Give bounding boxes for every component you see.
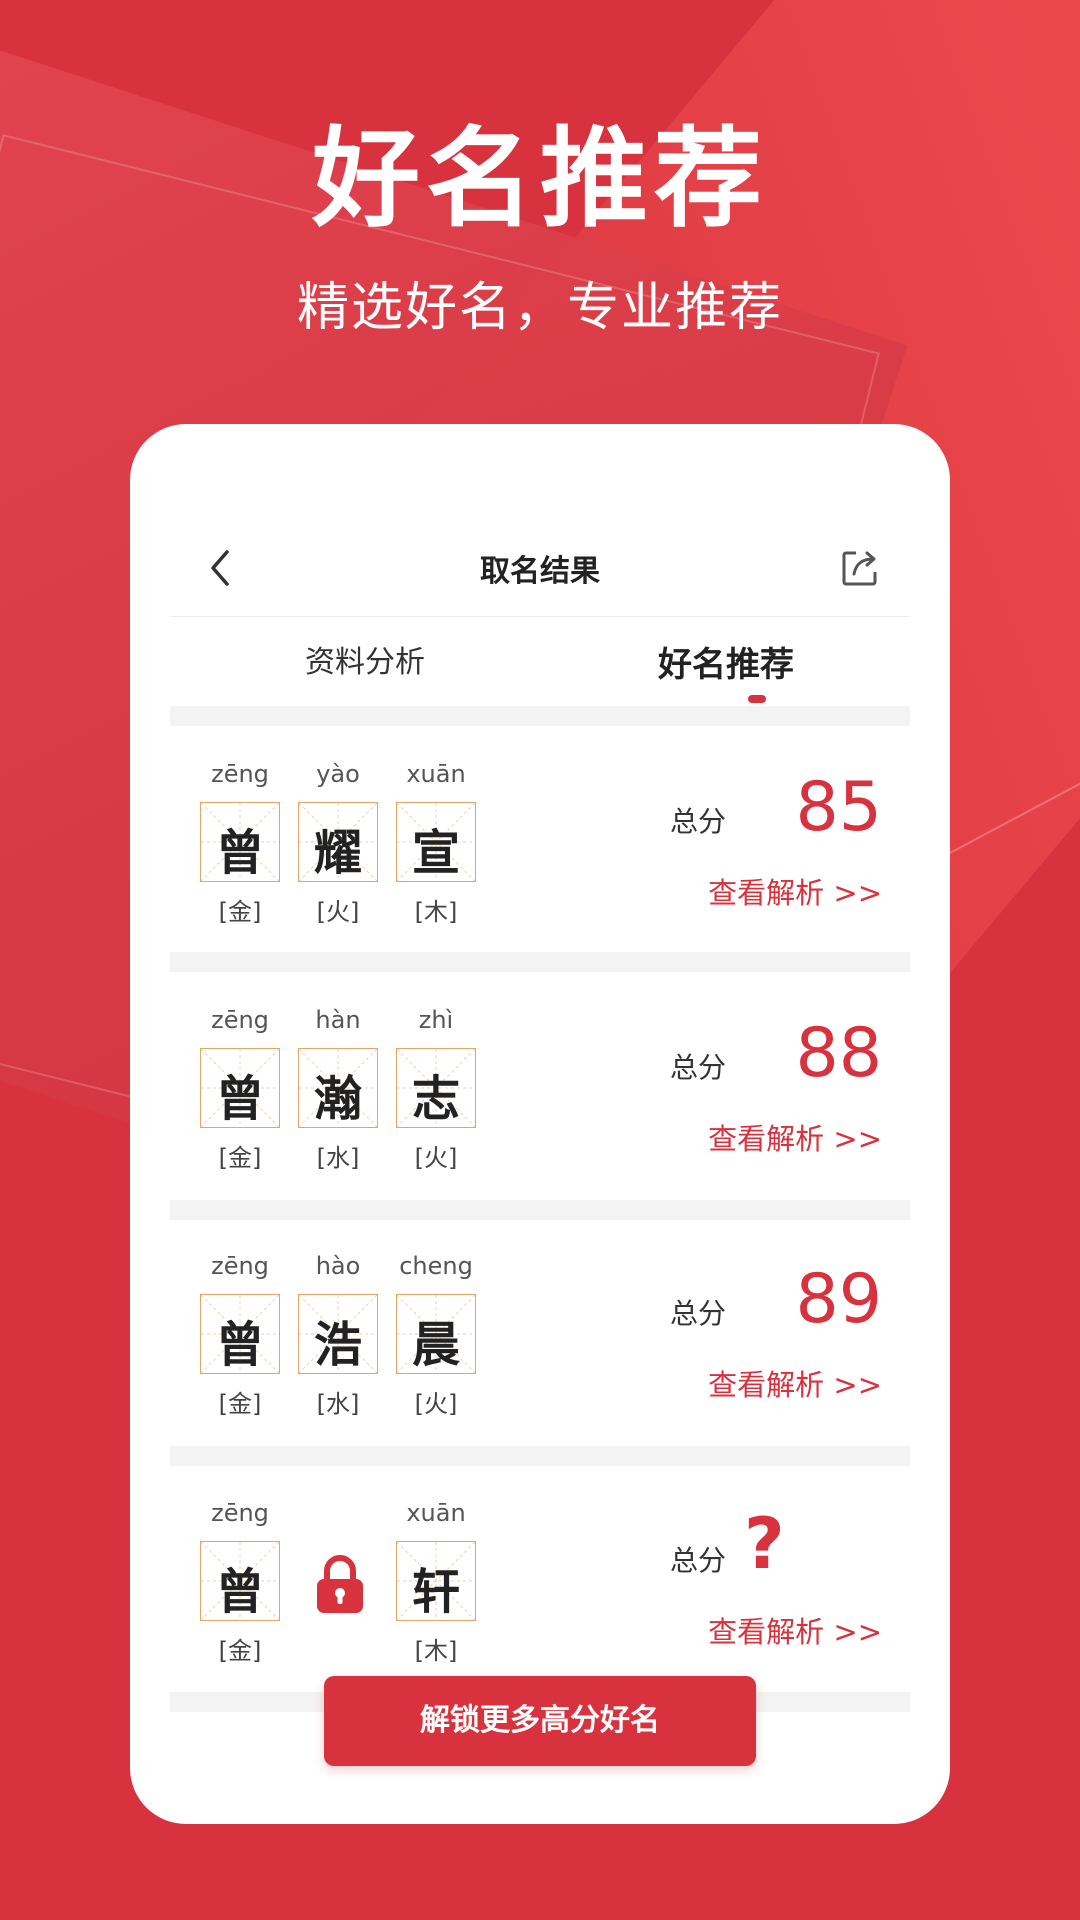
score-label: 总分: [670, 805, 727, 838]
tab-profile-analysis[interactable]: 资料分析: [305, 637, 425, 681]
tianzige-grid: 曾: [200, 802, 280, 882]
name-card[interactable]: zēng 曾 [金] hàn 瀚 [水] zhì 志 [火] 总分 88 查看解…: [170, 972, 910, 1198]
score-area: 总分 89 查看解析 >>: [662, 1218, 882, 1444]
element-label: [火]: [414, 1390, 458, 1418]
hanzi: 耀: [313, 825, 362, 881]
hanzi: 瀚: [313, 1071, 362, 1127]
pinyin: cheng: [399, 1252, 473, 1280]
element-label: [火]: [414, 1144, 458, 1172]
name-chars: zēng 曾 [金] hàn 瀚 [水] zhì 志 [火]: [200, 972, 500, 1198]
tab-name-recommend[interactable]: 好名推荐: [658, 637, 794, 686]
element-label: [木]: [414, 898, 458, 926]
page-title: 取名结果: [480, 554, 600, 589]
score-value: 89: [795, 1260, 882, 1339]
tianzige-grid: 曾: [200, 1048, 280, 1128]
element-label: [金]: [218, 1637, 262, 1665]
phone-screen: 取名结果 资料分析 好名推荐 zēng 曾 [金] yào 耀 [火] xuān…: [130, 424, 950, 1824]
share-button[interactable]: [830, 538, 890, 598]
hanzi: 曾: [215, 1317, 264, 1373]
section-divider: [170, 952, 910, 972]
score-area: 总分 ? 查看解析 >>: [662, 1465, 882, 1691]
section-divider: [170, 1200, 910, 1220]
hanzi: 晨: [411, 1317, 460, 1373]
score-area: 总分 88 查看解析 >>: [662, 972, 882, 1198]
hero-subtitle: 精选好名，专业推荐: [296, 278, 783, 338]
lock-icon: [317, 1555, 363, 1613]
score-value: 85: [795, 768, 882, 847]
name-chars: zēng 曾 [金] xuān 轩 [木]: [200, 1465, 500, 1691]
score-hidden: ?: [744, 1503, 785, 1585]
hanzi: 曾: [215, 1071, 264, 1127]
pinyin: xuān: [406, 1499, 466, 1527]
name-chars: zēng 曾 [金] yào 耀 [火] xuān 宣 [木]: [200, 726, 500, 952]
view-analysis-link[interactable]: 查看解析 >>: [708, 870, 882, 912]
score-label: 总分: [670, 1297, 727, 1330]
hanzi: 志: [411, 1071, 460, 1127]
active-tab-indicator: [748, 695, 766, 703]
hanzi: 宣: [411, 825, 460, 881]
hero-title: 好名推荐: [311, 116, 768, 242]
hanzi: 轩: [411, 1564, 460, 1620]
share-icon: [842, 551, 877, 586]
name-card-locked[interactable]: zēng 曾 [金] xuān 轩 [木] 总分 ? 查看解析 >>: [170, 1465, 910, 1691]
hanzi: 曾: [215, 1564, 264, 1620]
tianzige-grid: 耀: [298, 802, 378, 882]
view-analysis-link[interactable]: 查看解析 >>: [708, 1362, 882, 1404]
view-analysis-link[interactable]: 查看解析 >>: [708, 1609, 882, 1651]
name-chars: zēng 曾 [金] hào 浩 [水] cheng 晨 [火]: [200, 1218, 500, 1444]
section-divider: [170, 706, 910, 726]
pinyin: zhì: [418, 1006, 454, 1034]
pinyin: zēng: [211, 1499, 269, 1527]
element-label: [木]: [414, 1637, 458, 1665]
tianzige-grid: 晨: [396, 1294, 476, 1374]
name-card[interactable]: zēng 曾 [金] yào 耀 [火] xuān 宣 [木] 总分 85 查看…: [170, 726, 910, 952]
tianzige-grid: 瀚: [298, 1048, 378, 1128]
hanzi: 浩: [313, 1317, 362, 1373]
tianzige-grid: 宣: [396, 802, 476, 882]
name-card[interactable]: zēng 曾 [金] hào 浩 [水] cheng 晨 [火] 总分 89 查…: [170, 1218, 910, 1444]
score-label: 总分: [670, 1544, 727, 1577]
tianzige-grid: 浩: [298, 1294, 378, 1374]
pinyin: xuān: [406, 760, 466, 788]
hanzi: 曾: [215, 825, 264, 881]
tianzige-grid: 志: [396, 1048, 476, 1128]
section-divider: [170, 1446, 910, 1466]
score-value: 88: [795, 1014, 882, 1093]
view-analysis-link[interactable]: 查看解析 >>: [708, 1116, 882, 1158]
tianzige-grid: 曾: [200, 1294, 280, 1374]
nav-bar: 取名结果: [170, 524, 910, 617]
unlock-more-button[interactable]: 解锁更多高分好名: [324, 1676, 756, 1766]
score-area: 总分 85 查看解析 >>: [662, 726, 882, 952]
tianzige-grid: 轩: [396, 1541, 476, 1621]
tianzige-grid: 曾: [200, 1541, 280, 1621]
score-label: 总分: [670, 1051, 727, 1084]
